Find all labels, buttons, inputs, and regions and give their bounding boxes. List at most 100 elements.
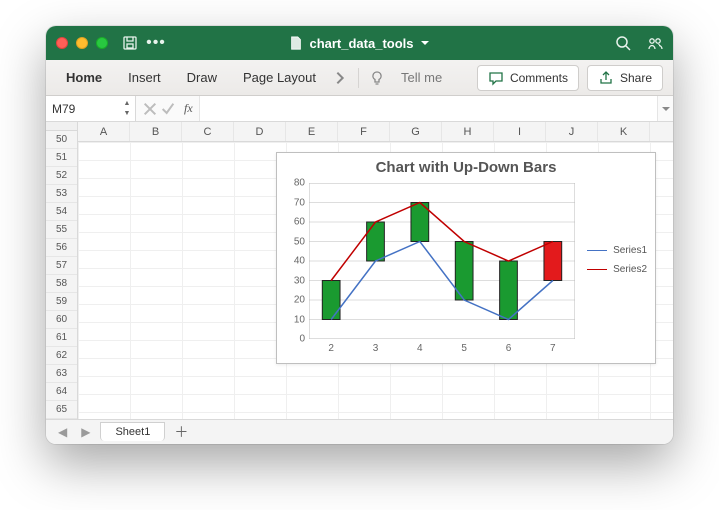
chevron-down-icon[interactable] (420, 35, 430, 51)
cells-area[interactable]: Chart with Up-Down Bars 0102030405060708… (78, 142, 673, 419)
row-header[interactable]: 63 (46, 365, 77, 383)
chevron-right-icon[interactable] (332, 70, 348, 86)
row-header[interactable]: 58 (46, 275, 77, 293)
sheet-tab[interactable]: Sheet1 (100, 422, 165, 441)
save-icon[interactable] (122, 35, 138, 51)
legend-entry-2: Series2 (587, 264, 647, 275)
column-header[interactable]: D (234, 122, 286, 141)
comments-button[interactable]: Comments (477, 65, 579, 91)
sheet-nav-next[interactable]: ▶ (77, 425, 94, 439)
row-header[interactable]: 51 (46, 149, 77, 167)
legend-swatch-1 (587, 250, 607, 251)
worksheet-grid[interactable]: 50515253545556575859606162636465 ABCDEFG… (46, 122, 673, 420)
row-header[interactable]: 59 (46, 293, 77, 311)
title-bar: ••• chart_data_tools (46, 26, 673, 60)
row-header[interactable]: 62 (46, 347, 77, 365)
expand-formula-icon[interactable] (657, 96, 673, 121)
column-header[interactable]: A (78, 122, 130, 141)
tell-me[interactable]: Tell me (391, 64, 452, 91)
row-header[interactable]: 64 (46, 383, 77, 401)
search-icon[interactable] (615, 35, 631, 51)
column-header[interactable]: I (494, 122, 546, 141)
formula-buttons: fx (136, 96, 199, 121)
tab-home[interactable]: Home (56, 64, 112, 91)
plot-area: 01020304050607080 234567 (309, 183, 575, 339)
chevron-up-icon[interactable]: ▲ (121, 98, 133, 109)
close-window[interactable] (56, 37, 68, 49)
column-header[interactable]: C (182, 122, 234, 141)
minimize-window[interactable] (76, 37, 88, 49)
tab-draw[interactable]: Draw (177, 64, 227, 91)
sheet-nav-prev[interactable]: ◀ (54, 425, 71, 439)
select-all-corner[interactable] (46, 122, 77, 131)
fx-label[interactable]: fx (178, 101, 193, 116)
bulb-icon (369, 70, 385, 86)
tab-insert[interactable]: Insert (118, 64, 171, 91)
row-header[interactable]: 52 (46, 167, 77, 185)
row-header[interactable]: 60 (46, 311, 77, 329)
chart-object[interactable]: Chart with Up-Down Bars 0102030405060708… (276, 152, 656, 364)
sheet-tab-bar: ◀ ▶ Sheet1 ＋ (46, 420, 673, 444)
zoom-window[interactable] (96, 37, 108, 49)
row-header[interactable]: 53 (46, 185, 77, 203)
legend-swatch-2 (587, 269, 607, 270)
more-icon[interactable]: ••• (148, 35, 164, 51)
x-tick-label: 6 (506, 339, 512, 354)
name-box-spinners[interactable]: ▲ ▼ (121, 98, 133, 119)
y-tick-label: 30 (294, 275, 309, 286)
row-header[interactable]: 54 (46, 203, 77, 221)
name-box[interactable]: M79 ▲ ▼ (46, 96, 136, 121)
comment-icon (488, 70, 504, 86)
window-controls (56, 37, 108, 49)
share-label: Share (620, 71, 652, 85)
x-tick-label: 5 (461, 339, 467, 354)
ribbon: Home Insert Draw Page Layout Tell me Com… (46, 60, 673, 96)
share-button[interactable]: Share (587, 65, 663, 91)
share-to-icon[interactable] (647, 35, 663, 51)
cancel-icon[interactable] (142, 101, 158, 117)
row-header[interactable]: 65 (46, 401, 77, 419)
divider (358, 68, 359, 88)
row-headers: 50515253545556575859606162636465 (46, 122, 78, 419)
column-header[interactable]: F (338, 122, 390, 141)
row-header[interactable]: 50 (46, 131, 77, 149)
y-tick-label: 40 (294, 256, 309, 267)
y-tick-label: 20 (294, 295, 309, 306)
share-icon (598, 70, 614, 86)
x-tick-label: 2 (328, 339, 334, 354)
x-tick-label: 7 (550, 339, 556, 354)
x-tick-label: 4 (417, 339, 423, 354)
column-header[interactable]: K (598, 122, 650, 141)
column-header[interactable]: G (390, 122, 442, 141)
row-header[interactable]: 57 (46, 257, 77, 275)
file-title: chart_data_tools (309, 36, 413, 51)
y-tick-label: 10 (294, 314, 309, 325)
doc-icon (289, 36, 303, 50)
y-tick-label: 80 (294, 178, 309, 189)
x-tick-label: 3 (373, 339, 379, 354)
formula-bar: M79 ▲ ▼ fx (46, 96, 673, 122)
y-tick-label: 0 (299, 334, 309, 345)
legend: Series1 Series2 (587, 245, 647, 283)
app-window: ••• chart_data_tools Home Insert Draw Pa… (46, 26, 673, 444)
comments-label: Comments (510, 71, 568, 85)
formula-input[interactable] (199, 96, 657, 121)
column-header[interactable]: J (546, 122, 598, 141)
column-header[interactable]: H (442, 122, 494, 141)
row-header[interactable]: 61 (46, 329, 77, 347)
column-header[interactable]: E (286, 122, 338, 141)
y-tick-label: 60 (294, 217, 309, 228)
column-header[interactable]: B (130, 122, 182, 141)
legend-label-1: Series1 (613, 245, 647, 256)
add-sheet-button[interactable]: ＋ (171, 422, 191, 442)
legend-label-2: Series2 (613, 264, 647, 275)
name-box-value: M79 (52, 102, 75, 116)
row-header[interactable]: 56 (46, 239, 77, 257)
y-tick-label: 50 (294, 236, 309, 247)
confirm-icon[interactable] (160, 101, 176, 117)
chart-title: Chart with Up-Down Bars (277, 153, 655, 178)
column-headers: ABCDEFGHIJK (78, 122, 673, 142)
chevron-down-icon[interactable]: ▼ (121, 109, 133, 120)
tab-page-layout[interactable]: Page Layout (233, 64, 326, 91)
row-header[interactable]: 55 (46, 221, 77, 239)
